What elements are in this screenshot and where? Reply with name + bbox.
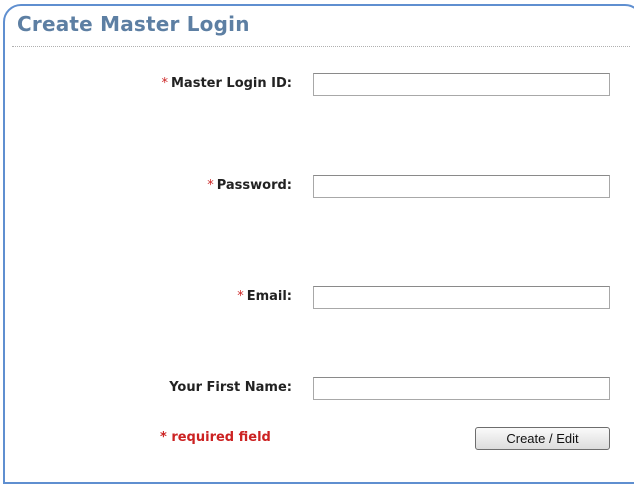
email-label: * Email:	[237, 289, 292, 304]
email-row: * Email:	[0, 286, 634, 310]
master-login-id-input[interactable]	[313, 73, 610, 96]
first-name-row: Your First Name:	[0, 377, 634, 401]
required-field-note: * required field	[160, 430, 271, 445]
required-asterisk: *	[161, 76, 169, 91]
first-name-label: Your First Name:	[169, 380, 292, 395]
email-input[interactable]	[313, 286, 610, 309]
password-row: * Password:	[0, 175, 634, 199]
title-divider	[12, 46, 630, 47]
password-input[interactable]	[313, 175, 610, 198]
first-name-input[interactable]	[313, 377, 610, 400]
create-edit-button[interactable]: Create / Edit	[475, 427, 610, 450]
password-label: * Password:	[207, 178, 292, 193]
required-asterisk: *	[207, 178, 214, 193]
required-asterisk: *	[237, 289, 244, 304]
master-login-id-label: * Master Login ID:	[161, 76, 293, 91]
master-login-id-row: * Master Login ID:	[0, 73, 634, 97]
page-title: Create Master Login	[17, 12, 250, 36]
